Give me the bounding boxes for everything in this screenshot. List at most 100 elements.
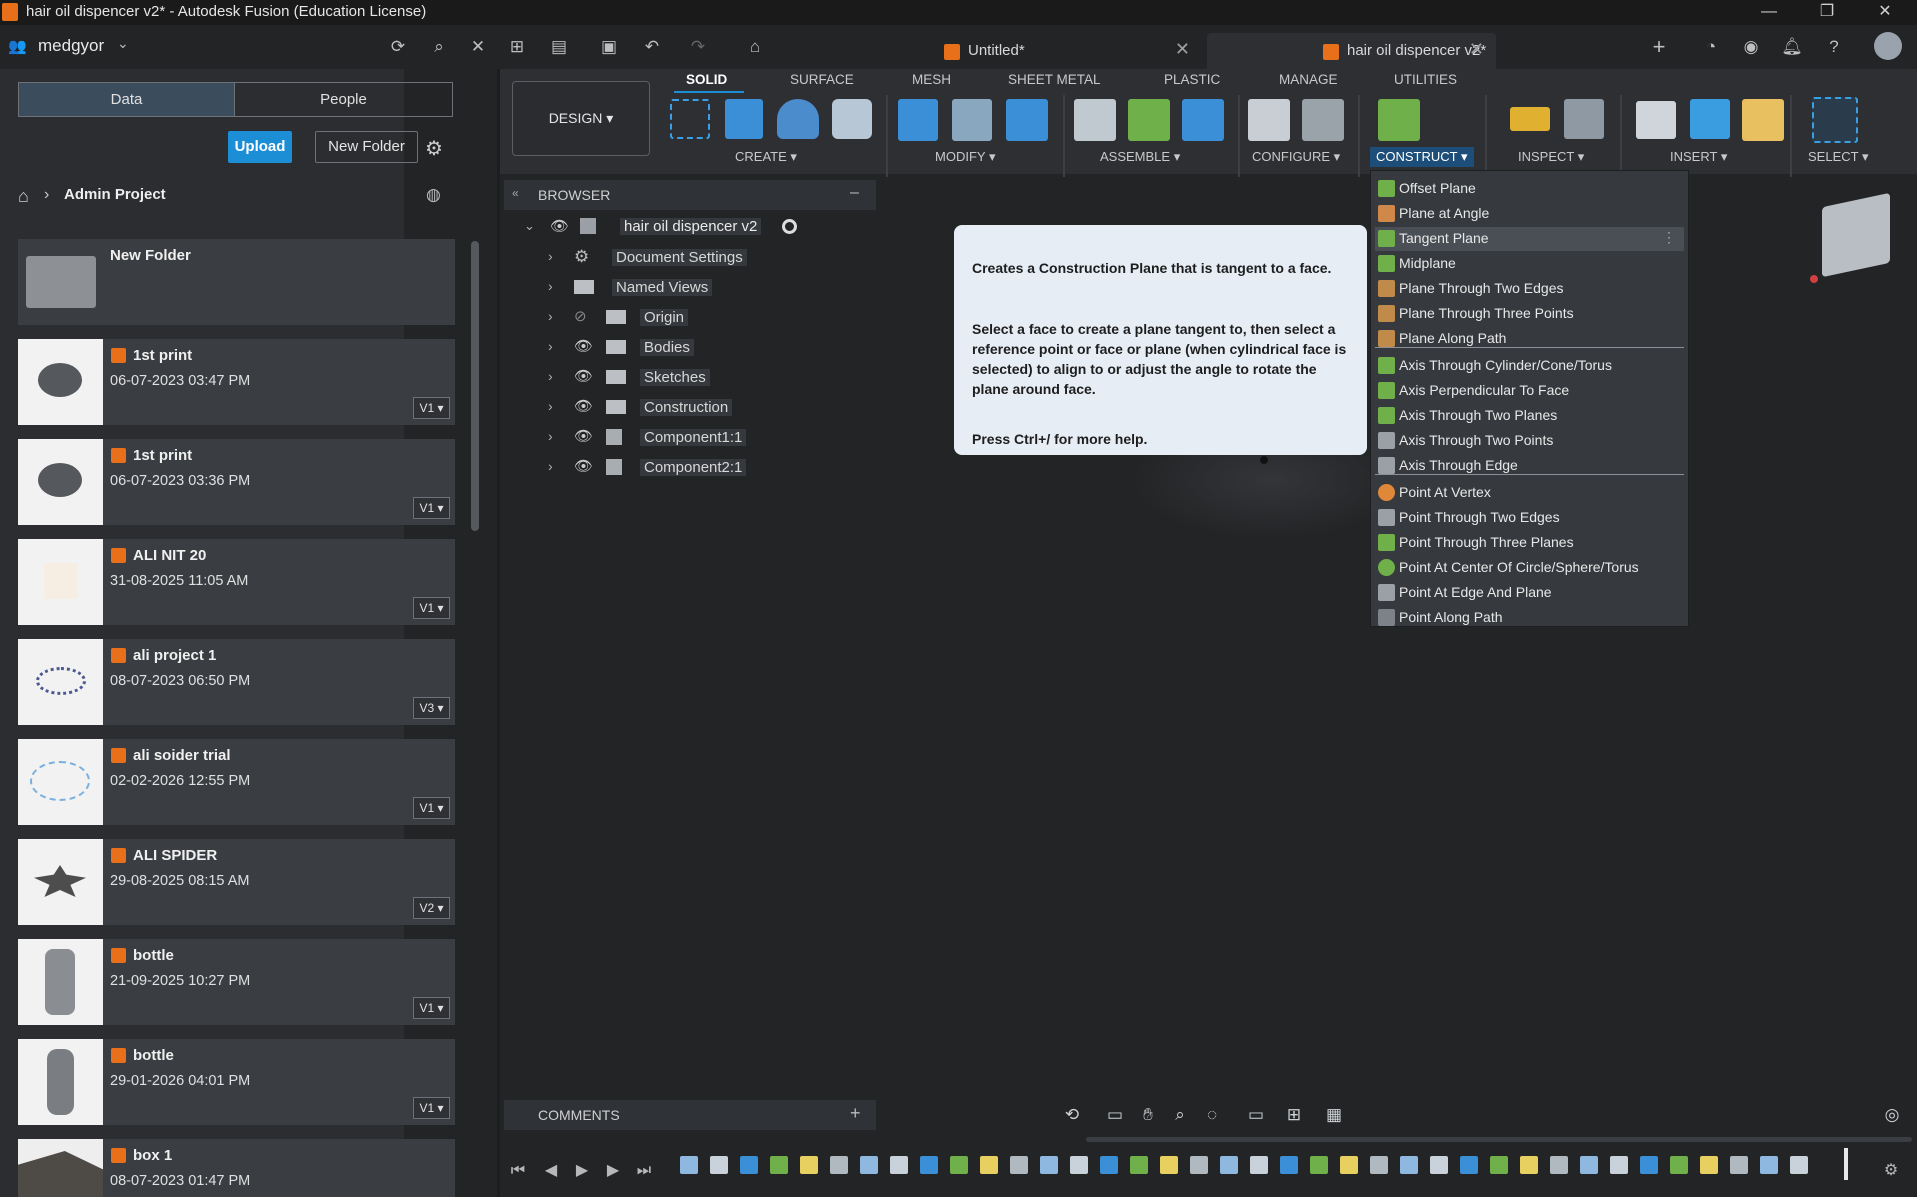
step-forward-icon[interactable]: ▶ bbox=[602, 1160, 624, 1182]
browser-root[interactable]: ⌄ 👁︎ hair oil dispencer v2 bbox=[524, 216, 834, 240]
timeline-feature[interactable] bbox=[1490, 1156, 1508, 1174]
file-menu-icon[interactable]: ▤ bbox=[547, 35, 571, 59]
browser-node-construction[interactable]: › 👁︎ Construction bbox=[548, 396, 838, 420]
timeline-feature[interactable] bbox=[950, 1156, 968, 1174]
globe-icon[interactable]: ◍ bbox=[426, 185, 441, 205]
hole-icon[interactable] bbox=[832, 99, 872, 139]
menu-item-point-through-three-planes[interactable]: Point Through Three Planes bbox=[1375, 531, 1684, 555]
press-pull-icon[interactable] bbox=[898, 99, 938, 141]
timeline-feature[interactable] bbox=[1040, 1156, 1058, 1174]
timeline-feature[interactable] bbox=[740, 1156, 758, 1174]
combine-icon[interactable] bbox=[1006, 99, 1048, 141]
timeline-feature[interactable] bbox=[1400, 1156, 1418, 1174]
eye-icon[interactable]: 👁︎ bbox=[574, 427, 593, 445]
construct-menu-button[interactable]: CONSTRUCT ▾ bbox=[1370, 147, 1474, 167]
assemble-menu[interactable]: ASSEMBLE ▾ bbox=[1100, 149, 1180, 165]
list-item[interactable]: 1st print 06-07-2023 03:47 PM V1 ▾ bbox=[18, 339, 455, 425]
look-at-icon[interactable]: ▭ bbox=[1103, 1104, 1127, 1126]
timeline-feature[interactable] bbox=[1370, 1156, 1388, 1174]
timeline-feature[interactable] bbox=[1430, 1156, 1448, 1174]
upload-button[interactable]: Upload bbox=[228, 131, 292, 163]
browser-node-bodies[interactable]: › 👁︎ Bodies bbox=[548, 336, 838, 360]
revolve-icon[interactable] bbox=[777, 99, 819, 139]
browser-node-component2[interactable]: › 👁︎ Component2:1 bbox=[548, 456, 838, 480]
eye-icon[interactable]: 👁︎ bbox=[550, 217, 569, 235]
timeline-feature[interactable] bbox=[1760, 1156, 1778, 1174]
fullscreen-icon[interactable]: ◎ bbox=[1880, 1104, 1904, 1126]
team-icon[interactable]: 👥 bbox=[8, 37, 28, 55]
menu-item-axis-through-two-points[interactable]: Axis Through Two Points bbox=[1375, 429, 1684, 453]
view-cube[interactable] bbox=[1822, 192, 1890, 278]
menu-item-axis-through-cylinder[interactable]: Axis Through Cylinder/Cone/Torus bbox=[1375, 354, 1684, 378]
select-menu[interactable]: SELECT ▾ bbox=[1808, 149, 1868, 165]
close-tab-icon[interactable]: ✕ bbox=[1175, 39, 1190, 60]
menu-item-offset-plane[interactable]: Offset Plane bbox=[1375, 177, 1684, 201]
measure-icon[interactable] bbox=[1510, 107, 1550, 131]
refresh-icon[interactable]: ⟳ bbox=[386, 35, 410, 59]
step-back-icon[interactable]: ◀ bbox=[540, 1160, 562, 1182]
timeline-feature[interactable] bbox=[710, 1156, 728, 1174]
timeline-feature[interactable] bbox=[1670, 1156, 1688, 1174]
list-item[interactable]: ALI SPIDER 29-08-2025 08:15 AM V2 ▾ bbox=[18, 839, 455, 925]
folder-item[interactable]: New Folder bbox=[18, 239, 455, 325]
eye-icon[interactable]: 👁︎ bbox=[574, 397, 593, 415]
chevron-right-icon[interactable]: › bbox=[548, 428, 553, 444]
version-badge[interactable]: V2 ▾ bbox=[413, 897, 450, 919]
timeline-feature[interactable] bbox=[1550, 1156, 1568, 1174]
activate-radio-icon[interactable] bbox=[782, 219, 797, 234]
help-icon[interactable]: ? bbox=[1822, 35, 1846, 59]
minimize-button[interactable]: — bbox=[1740, 0, 1798, 25]
timeline-feature[interactable] bbox=[1160, 1156, 1178, 1174]
chevron-right-icon[interactable]: › bbox=[548, 338, 553, 354]
minimize-browser-icon[interactable]: – bbox=[850, 184, 859, 202]
timeline-feature[interactable] bbox=[1280, 1156, 1298, 1174]
create-sketch-icon[interactable] bbox=[670, 99, 710, 139]
close-panel-icon[interactable]: ✕ bbox=[466, 35, 490, 59]
timeline-feature[interactable] bbox=[1640, 1156, 1658, 1174]
timeline-feature[interactable] bbox=[1520, 1156, 1538, 1174]
version-badge[interactable]: V1 ▾ bbox=[413, 497, 450, 519]
origin-point[interactable] bbox=[1260, 456, 1268, 464]
timeline-feature[interactable] bbox=[1010, 1156, 1028, 1174]
menu-item-point-at-center[interactable]: Point At Center Of Circle/Sphere/Torus bbox=[1375, 556, 1684, 580]
timeline-feature[interactable] bbox=[1700, 1156, 1718, 1174]
timeline-feature[interactable] bbox=[920, 1156, 938, 1174]
go-to-start-icon[interactable]: ⏮ bbox=[507, 1160, 529, 1182]
play-icon[interactable]: ▶ bbox=[571, 1160, 593, 1182]
timeline-feature[interactable] bbox=[1250, 1156, 1268, 1174]
eye-icon[interactable]: 👁︎ bbox=[574, 367, 593, 385]
list-item[interactable]: box 1 08-07-2023 01:47 PM bbox=[18, 1139, 455, 1197]
timeline-feature[interactable] bbox=[1460, 1156, 1478, 1174]
browser-node-sketches[interactable]: › 👁︎ Sketches bbox=[548, 366, 838, 390]
menu-item-point-at-vertex[interactable]: Point At Vertex bbox=[1375, 481, 1684, 505]
redo-icon[interactable]: ↷ bbox=[686, 35, 710, 59]
browser-header[interactable]: « BROWSER – bbox=[504, 180, 876, 210]
timeline-feature[interactable] bbox=[800, 1156, 818, 1174]
menu-item-point-at-edge-and-plane[interactable]: Point At Edge And Plane bbox=[1375, 581, 1684, 605]
tab-plastic[interactable]: PLASTIC bbox=[1164, 72, 1220, 87]
timeline-feature[interactable] bbox=[1130, 1156, 1148, 1174]
display-settings-icon[interactable]: ▭ bbox=[1244, 1104, 1268, 1126]
new-tab-icon[interactable]: + bbox=[1647, 35, 1671, 59]
list-item[interactable]: ALI NIT 20 31-08-2025 11:05 AM V1 ▾ bbox=[18, 539, 455, 625]
panel-divider[interactable] bbox=[497, 69, 500, 1197]
insert-mesh-icon[interactable] bbox=[1742, 99, 1784, 141]
tab-data[interactable]: Data bbox=[18, 82, 235, 117]
menu-item-plane-at-angle[interactable]: Plane at Angle bbox=[1375, 202, 1684, 226]
browser-node-origin[interactable]: › ⊘ Origin bbox=[548, 306, 838, 330]
orbit-icon[interactable]: ⟲ bbox=[1060, 1104, 1084, 1126]
version-badge[interactable]: V1 ▾ bbox=[413, 797, 450, 819]
menu-item-axis-through-two-planes[interactable]: Axis Through Two Planes bbox=[1375, 404, 1684, 428]
select-icon[interactable] bbox=[1812, 97, 1858, 143]
timeline-feature[interactable] bbox=[770, 1156, 788, 1174]
new-folder-button[interactable]: New Folder bbox=[315, 131, 418, 163]
tab-utilities[interactable]: UTILITIES bbox=[1394, 72, 1457, 87]
scrollbar[interactable] bbox=[471, 241, 479, 531]
tab-manage[interactable]: MANAGE bbox=[1279, 72, 1338, 87]
pan-icon[interactable]: ✋︎ bbox=[1136, 1104, 1160, 1126]
timeline-feature[interactable] bbox=[680, 1156, 698, 1174]
extensions-icon[interactable]: ◔ bbox=[1699, 35, 1723, 59]
timeline-feature[interactable] bbox=[1790, 1156, 1808, 1174]
menu-item-plane-through-two-edges[interactable]: Plane Through Two Edges bbox=[1375, 277, 1684, 301]
timeline-settings-icon[interactable]: ⚙ bbox=[1880, 1160, 1902, 1182]
